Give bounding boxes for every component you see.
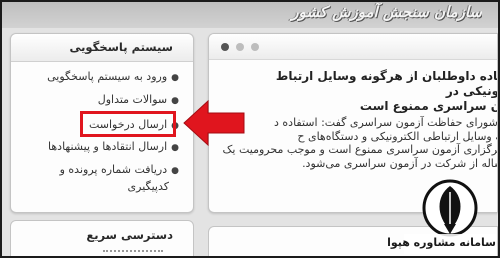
- news-summary-line: تا دو ساله از شرکت در آزمون سراسری می‌شو…: [302, 156, 497, 170]
- menu-item-label: سوالات متداول: [97, 93, 168, 106]
- news-slider-panel: استفاده داوطلبان از هرگونه وسایل ارتباط …: [208, 33, 498, 213]
- bullet-icon: ●: [171, 166, 179, 176]
- bullet-icon: ●: [171, 121, 179, 131]
- menu-item-label: ورود به سیستم پاسخگویی: [47, 70, 168, 83]
- news-summary-line: رئیس شورای حفاظت آزمون سراسری گفت: استفا…: [274, 116, 498, 129]
- news-headline-line1: استفاده داوطلبان از هرگونه وسایل ارتباط …: [275, 69, 498, 98]
- panel-title: سیستم پاسخگویی: [69, 40, 173, 54]
- site-title: سازمان سنجش آموزش کشور: [291, 3, 482, 21]
- menu-item-label: دریافت شماره پرونده و: [59, 163, 168, 176]
- news-summary: رئیس شورای حفاظت آزمون سراسری گفت: استفا…: [217, 116, 498, 170]
- menu-item-tracking-code[interactable]: ●دریافت شماره پرونده و کدپیگیری: [59, 162, 179, 194]
- news-summary-line: زمان برگزاری آزمون سراسری ممنوع است و مو…: [222, 143, 498, 156]
- menu-item-send-request[interactable]: ●ارسال درخواست: [29, 118, 179, 133]
- response-system-panel: سیستم پاسخگویی ●ورود به سیستم پاسخگویی ●…: [10, 33, 194, 213]
- panel-header: سیستم پاسخگویی: [11, 34, 193, 62]
- bullet-icon: ●: [171, 73, 179, 83]
- quick-access-panel: دسترسی سریع: [10, 220, 194, 258]
- menu-item-feedback[interactable]: ●ارسال انتقادها و پیشنهادها: [29, 140, 179, 155]
- cut-off-item: [103, 250, 163, 258]
- quick-access-title: دسترسی سریع: [86, 228, 173, 242]
- bullet-icon: ●: [171, 143, 179, 153]
- slider-dot-active[interactable]: [221, 43, 229, 51]
- menu-item-faq[interactable]: ●سوالات متداول: [29, 93, 179, 108]
- news-summary-line: هرگونه وسایل ارتباطی الکترونیکی و دستگاه…: [297, 129, 497, 143]
- watermark-label: سامانه مشاوره هپوا: [387, 236, 496, 249]
- menu-item-label: ارسال درخواست: [88, 118, 168, 131]
- news-headline-line2: آزمون سراسری ممنوع است: [359, 99, 497, 113]
- menu-item-label-line2: کدپیگیری: [127, 180, 169, 193]
- bullet-icon: ●: [171, 96, 179, 106]
- news-headline[interactable]: استفاده داوطلبان از هرگونه وسایل ارتباط …: [217, 69, 498, 114]
- slider-dot[interactable]: [251, 43, 259, 51]
- menu-item-login[interactable]: ●ورود به سیستم پاسخگویی: [29, 70, 179, 85]
- slider-header: [209, 34, 497, 60]
- slider-dot[interactable]: [236, 43, 244, 51]
- menu-item-label: ارسال انتقادها و پیشنهادها: [48, 140, 168, 153]
- site-header: سازمان سنجش آموزش کشور: [2, 2, 498, 28]
